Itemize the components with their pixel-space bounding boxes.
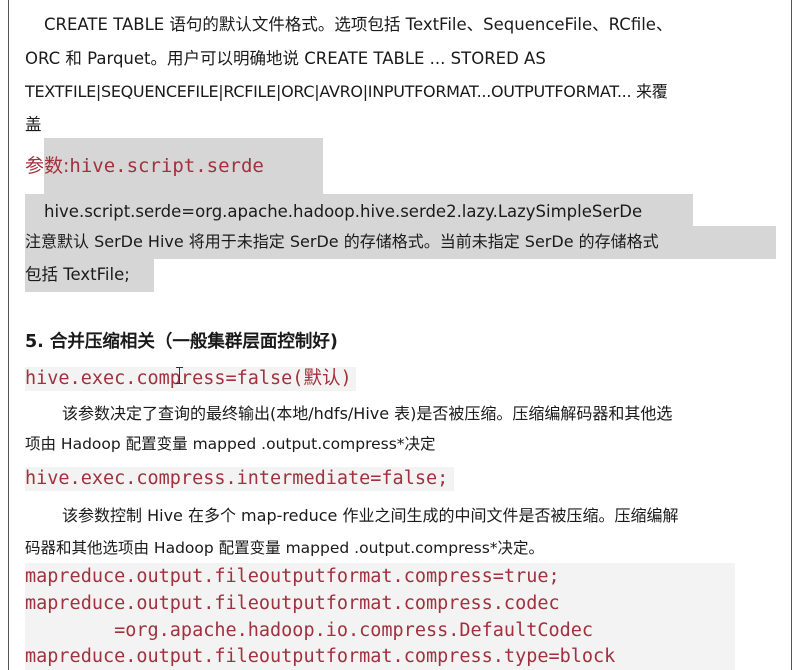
intermediate-desc-line-2: 码器和其他选项由 Hadoop 配置变量 mapped .output.comp…	[25, 539, 545, 557]
mr-code-line-1: mapreduce.output.fileoutputformat.compre…	[25, 566, 560, 587]
section-heading: 5. 合并压缩相关（一般集群层面控制好)	[25, 332, 338, 352]
compress-desc-line-1: 该参数决定了查询的最终输出(本地/hdfs/Hive 表)是否被压缩。压缩编解码…	[62, 404, 673, 423]
mr-code-line-3: =org.apache.hadoop.io.compress.DefaultCo…	[25, 620, 594, 641]
intro-line-4: 盖	[25, 115, 42, 134]
page-right-border	[791, 0, 792, 670]
intro-line-1: CREATE TABLE 语句的默认文件格式。选项包括 TextFile、Seq…	[44, 15, 673, 34]
serde-value: hive.script.serde=org.apache.hadoop.hive…	[44, 202, 643, 221]
mr-code-line-4: mapreduce.output.fileoutputformat.compre…	[25, 646, 616, 667]
compress-desc-line-2: 项由 Hadoop 配置变量 mapped .output.compress*决…	[25, 435, 436, 453]
compress-code: hive.exec.compress=false(默认)	[25, 367, 356, 391]
page-left-border	[8, 0, 9, 670]
param-name: hive.script.serde	[69, 155, 264, 177]
serde-note-line-1: 注意默认 SerDe Hive 将用于未指定 SerDe 的存储格式。当前未指定…	[25, 232, 659, 251]
mr-code-line-2: mapreduce.output.fileoutputformat.compre…	[25, 593, 560, 614]
text-cursor-icon	[176, 367, 183, 384]
param-line: 参数:hive.script.serde	[25, 154, 264, 179]
serde-note-line-2: 包括 TextFile;	[25, 265, 130, 284]
param-label: 参数:	[25, 155, 70, 177]
intermediate-code: hive.exec.compress.intermediate=false;	[25, 467, 455, 491]
intermediate-desc-line-1: 该参数控制 Hive 在多个 map-reduce 作业之间生成的中间文件是否被…	[62, 506, 679, 525]
intro-line-2: ORC 和 Parquet。用户可以明确地说 CREATE TABLE ... …	[25, 49, 546, 68]
intro-line-3: TEXTFILE|SEQUENCEFILE|RCFILE|ORC|AVRO|IN…	[25, 82, 668, 101]
